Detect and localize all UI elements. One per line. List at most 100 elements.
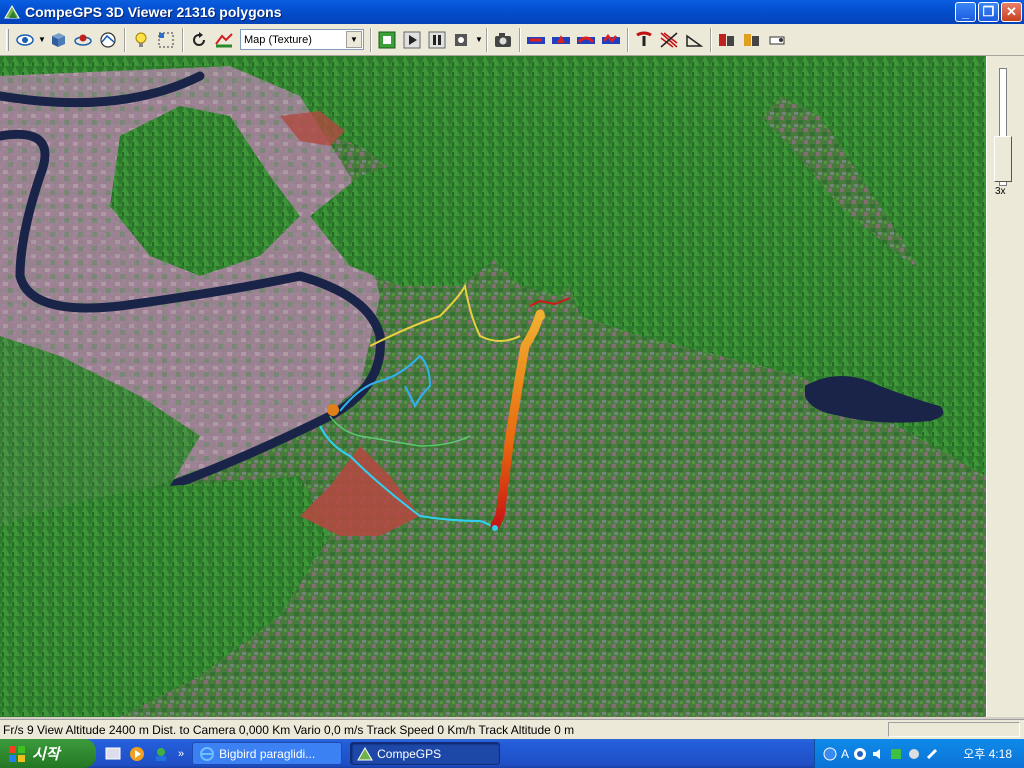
- view-mode-button[interactable]: [13, 28, 37, 52]
- zoom-label: 3x: [995, 186, 1006, 197]
- track-style-1-button[interactable]: [524, 28, 548, 52]
- map-layers-icon: [215, 32, 233, 47]
- speed-dropdown-icon[interactable]: ▼: [475, 35, 483, 44]
- lightbulb-icon: [135, 32, 147, 47]
- eye-icon: [16, 33, 34, 46]
- windows-flag-icon: [9, 745, 25, 762]
- map-layers-button[interactable]: [212, 28, 236, 52]
- stop-button[interactable]: [375, 28, 399, 52]
- track-style-icon: [552, 34, 570, 44]
- 3d-viewport[interactable]: [0, 56, 986, 717]
- paraglider-icon: [636, 31, 652, 46]
- rotate-icon: [193, 31, 205, 46]
- minimize-button[interactable]: _: [955, 2, 976, 22]
- triangle-ruler-icon: [686, 34, 704, 47]
- toolbar-separator: [124, 27, 126, 52]
- camera-icon: [495, 32, 511, 47]
- task-label: CompeGPS: [377, 746, 442, 761]
- toolbar-separator: [627, 27, 629, 52]
- cube-view-button[interactable]: [46, 28, 70, 52]
- toolbar-separator: [370, 27, 372, 52]
- media-player-icon[interactable]: [128, 745, 146, 763]
- taskbar: 시작 » Bigbird paraglidi... CompeGPS A 오후 …: [0, 739, 1024, 768]
- tray-app-icon[interactable]: [907, 747, 921, 761]
- show-desktop-icon[interactable]: [104, 745, 122, 763]
- turnpoints-icon: [744, 33, 759, 46]
- compegps-icon: [357, 746, 373, 760]
- gear-icon: [769, 36, 785, 44]
- lines-button[interactable]: [657, 28, 681, 52]
- track-style-icon: [527, 36, 545, 44]
- speed-icon: [455, 33, 467, 46]
- light-button[interactable]: [129, 28, 153, 52]
- play-button[interactable]: [400, 28, 424, 52]
- track-style-icon: [577, 36, 595, 44]
- toolbar-separator: [182, 27, 184, 52]
- toolbar-separator: [486, 27, 488, 52]
- chevron-right-icon[interactable]: »: [178, 748, 184, 760]
- profile-button[interactable]: [682, 28, 706, 52]
- stop-icon: [378, 31, 396, 48]
- toolbar-separator: [519, 27, 521, 52]
- restore-icon: ❐: [982, 4, 995, 19]
- toolbar: ▼ Map (Texture) ▼ ▼: [0, 24, 1024, 56]
- terrain-render[interactable]: [0, 56, 986, 717]
- track-style-3-button[interactable]: [574, 28, 598, 52]
- messenger-icon[interactable]: [152, 745, 170, 763]
- internet-explorer-icon: [200, 746, 215, 761]
- taskbar-item-browser[interactable]: Bigbird paraglidi...: [192, 742, 343, 765]
- track-style-2-button[interactable]: [549, 28, 573, 52]
- usb-icon[interactable]: [925, 747, 939, 761]
- globe-icon[interactable]: [823, 747, 837, 761]
- zoom-panel: 3x: [986, 56, 1024, 717]
- status-text: Fr/s 9 View Altitude 2400 m Dist. to Cam…: [3, 722, 575, 737]
- volume-icon[interactable]: [871, 747, 885, 761]
- window-title: CompeGPS 3D Viewer 21316 polygons: [25, 4, 282, 20]
- toolbar-grip[interactable]: [6, 28, 9, 51]
- camera-orbit-button[interactable]: [71, 28, 95, 52]
- screenshot-button[interactable]: [491, 28, 515, 52]
- close-button[interactable]: ✕: [1001, 2, 1022, 22]
- map-type-value: Map (Texture): [244, 33, 312, 46]
- zoom-slider-thumb[interactable]: [994, 136, 1012, 182]
- quick-launch: »: [104, 745, 184, 763]
- network-icon[interactable]: [853, 747, 867, 761]
- play-icon: [403, 31, 421, 48]
- task-label: Bigbird paraglidi...: [219, 746, 316, 761]
- cube-icon: [52, 32, 65, 47]
- grid-icon: [158, 32, 174, 47]
- start-label: 시작: [32, 746, 60, 763]
- ime-indicator[interactable]: A: [841, 747, 849, 761]
- turnpoints-button[interactable]: [740, 28, 764, 52]
- tray-app-icon[interactable]: [889, 747, 903, 761]
- status-bar: Fr/s 9 View Altitude 2400 m Dist. to Cam…: [0, 719, 1024, 739]
- title-bar: CompeGPS 3D Viewer 21316 polygons _ ❐ ✕: [0, 0, 1024, 24]
- pause-button[interactable]: [425, 28, 449, 52]
- close-icon: ✕: [1006, 4, 1017, 19]
- rotate-button[interactable]: [187, 28, 211, 52]
- taskbar-item-compegps[interactable]: CompeGPS: [350, 742, 501, 765]
- view-mode-dropdown-icon[interactable]: ▼: [38, 35, 46, 44]
- pilot-button[interactable]: [632, 28, 656, 52]
- terrain-view-button[interactable]: [96, 28, 120, 52]
- settings-button[interactable]: [765, 28, 789, 52]
- orbit-icon: [74, 34, 92, 46]
- toolbar-separator: [710, 27, 712, 52]
- track-style-4-button[interactable]: [599, 28, 623, 52]
- clock[interactable]: 오후 4:18: [963, 745, 1012, 762]
- speed-button[interactable]: [450, 28, 474, 52]
- map-type-select[interactable]: Map (Texture) ▼: [240, 29, 364, 50]
- minimize-icon: _: [961, 4, 970, 20]
- status-panel: [888, 722, 1020, 737]
- maximize-button[interactable]: ❐: [978, 2, 999, 22]
- track-style-icon: [602, 33, 620, 44]
- pause-icon: [428, 31, 446, 48]
- chevron-down-icon[interactable]: ▼: [346, 31, 362, 48]
- system-tray: A 오후 4:18: [814, 739, 1024, 768]
- app-icon: [4, 5, 20, 19]
- waypoints-button[interactable]: [715, 28, 739, 52]
- globe-icon: [100, 31, 116, 48]
- start-button[interactable]: 시작: [0, 739, 96, 768]
- waypoints-icon: [719, 33, 734, 46]
- grid-button[interactable]: [154, 28, 178, 52]
